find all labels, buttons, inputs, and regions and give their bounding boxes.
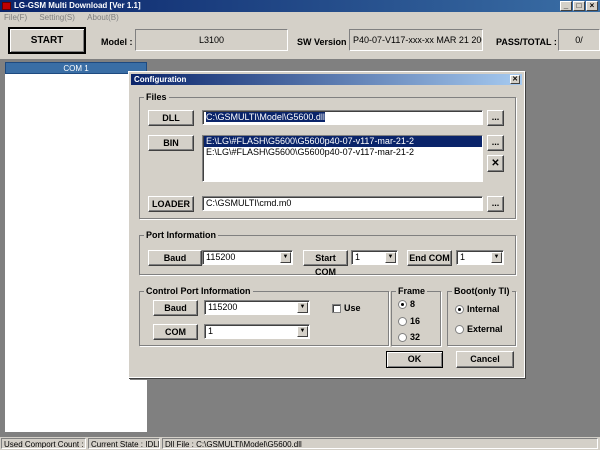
minimize-button[interactable]: _ — [560, 1, 572, 11]
dll-path-text: C:\GSMULTI\Model\G5600.dll — [206, 112, 325, 122]
frame-16-label: 16 — [410, 316, 421, 326]
bin-button[interactable]: BIN — [148, 135, 194, 151]
port-info-group-label: Port Information — [144, 230, 218, 241]
pass-total-label: PASS/TOTAL : — [496, 37, 557, 47]
bin-list[interactable]: E:\LG\#FLASH\G5600\G5600p40-07-v117-mar-… — [202, 135, 483, 182]
cancel-button[interactable]: Cancel — [456, 351, 514, 368]
toolbar: START Model : L3100 SW Version : P40-07-… — [0, 23, 600, 59]
remove-icon: ✕ — [491, 158, 500, 169]
frame-16-radio[interactable] — [398, 317, 407, 326]
menu-file[interactable]: File(F) — [4, 13, 27, 22]
dialog-close-icon[interactable]: ✕ — [510, 75, 520, 84]
status-comport-count: Used Comport Count : 1 — [1, 438, 86, 449]
start-button[interactable]: START — [8, 27, 86, 54]
menu-about[interactable]: About(B) — [87, 13, 119, 22]
menu-bar: File(F) Setting(S) About(B) — [0, 12, 600, 23]
baud-combo-value: 115200 — [206, 252, 236, 262]
baud-button[interactable]: Baud — [148, 250, 202, 266]
use-label: Use — [344, 303, 361, 313]
menu-setting[interactable]: Setting(S) — [39, 13, 75, 22]
sw-version-value: P40-07-V117-xxx-xx MAR 21 2005 — [349, 29, 483, 51]
chevron-down-icon[interactable]: ▼ — [297, 326, 308, 337]
chevron-down-icon[interactable]: ▼ — [491, 252, 502, 263]
port-info-group: Port Information Baud 115200 ▼ Start COM… — [139, 230, 516, 277]
bin-list-item[interactable]: E:\LG\#FLASH\G5600\G5600p40-07-v117-mar-… — [204, 147, 482, 158]
boot-group-label: Boot(only TI) — [452, 286, 512, 297]
end-com-combo[interactable]: 1 ▼ — [456, 250, 504, 265]
control-port-group: Control Port Information Baud 115200 ▼ U… — [139, 286, 389, 346]
bin-remove-button[interactable]: ✕ — [487, 155, 504, 172]
dll-path-field[interactable]: C:\GSMULTI\Model\G5600.dll — [202, 110, 483, 125]
bin-list-item[interactable]: E:\LG\#FLASH\G5600\G5600p40-07-v117-mar-… — [204, 136, 482, 147]
bin-browse-button[interactable]: ... — [487, 135, 504, 151]
chevron-down-icon[interactable]: ▼ — [280, 252, 291, 263]
boot-internal-label: Internal — [467, 304, 500, 314]
control-com-combo[interactable]: 1 ▼ — [204, 324, 310, 339]
control-port-group-label: Control Port Information — [144, 286, 253, 297]
com-panel: COM 1 — [4, 61, 148, 433]
control-com-combo-value: 1 — [208, 326, 214, 336]
window-titlebar: LG-GSM Multi Download [Ver 1.1] _ □ × — [0, 0, 600, 12]
chevron-down-icon[interactable]: ▼ — [385, 252, 396, 263]
frame-32-radio[interactable] — [398, 333, 407, 342]
frame-group: Frame 8 16 32 — [391, 286, 441, 346]
end-com-combo-value: 1 — [460, 252, 466, 262]
loader-button[interactable]: LOADER — [148, 196, 194, 212]
baud-combo[interactable]: 115200 ▼ — [202, 250, 293, 265]
control-baud-combo[interactable]: 115200 ▼ — [204, 300, 310, 315]
dll-browse-button[interactable]: ... — [487, 110, 504, 126]
control-baud-combo-value: 115200 — [208, 302, 238, 312]
boot-external-label: External — [467, 324, 503, 334]
start-com-combo-value: 1 — [355, 252, 361, 262]
use-checkbox[interactable] — [332, 304, 341, 313]
model-value: L3100 — [135, 29, 288, 51]
configuration-dialog: Configuration ✕ Files DLL C:\GSMULTI\Mod… — [128, 71, 525, 378]
close-button[interactable]: × — [586, 1, 598, 11]
pass-total-value: 0/ — [558, 29, 600, 51]
files-group-label: Files — [144, 92, 169, 103]
app-icon — [2, 2, 11, 10]
start-com-combo[interactable]: 1 ▼ — [351, 250, 398, 265]
boot-internal-radio[interactable] — [455, 305, 464, 314]
frame-8-label: 8 — [410, 299, 416, 309]
control-baud-button[interactable]: Baud — [153, 300, 198, 316]
status-current-state: Current State : IDLE — [88, 438, 160, 449]
com-panel-header[interactable]: COM 1 — [5, 62, 147, 74]
window-title: LG-GSM Multi Download [Ver 1.1] — [14, 1, 141, 10]
start-com-button[interactable]: Start COM — [303, 250, 348, 277]
loader-browse-button[interactable]: ... — [487, 196, 504, 212]
sw-version-label: SW Version : — [297, 37, 353, 47]
ok-button[interactable]: OK — [386, 351, 443, 368]
frame-32-label: 32 — [410, 332, 421, 342]
dialog-title: Configuration — [134, 75, 187, 84]
status-dll-file: Dll File : C:\GSMULTI\Model\G5600.dll — [162, 438, 598, 449]
chevron-down-icon[interactable]: ▼ — [297, 302, 308, 313]
status-bar: Used Comport Count : 1 Current State : I… — [0, 437, 600, 450]
end-com-button[interactable]: End COM — [407, 250, 452, 266]
boot-external-radio[interactable] — [455, 325, 464, 334]
maximize-button[interactable]: □ — [573, 1, 585, 11]
model-label: Model : — [101, 37, 133, 47]
loader-path-field[interactable]: C:\GSMULTI\cmd.m0 — [202, 196, 483, 211]
dialog-titlebar: Configuration ✕ — [131, 74, 522, 85]
frame-group-label: Frame — [396, 286, 428, 297]
control-com-button[interactable]: COM — [153, 324, 198, 340]
boot-group: Boot(only TI) Internal External — [447, 286, 516, 346]
frame-8-radio[interactable] — [398, 300, 407, 309]
dll-button[interactable]: DLL — [148, 110, 194, 126]
files-group: Files DLL C:\GSMULTI\Model\G5600.dll ...… — [139, 92, 516, 219]
